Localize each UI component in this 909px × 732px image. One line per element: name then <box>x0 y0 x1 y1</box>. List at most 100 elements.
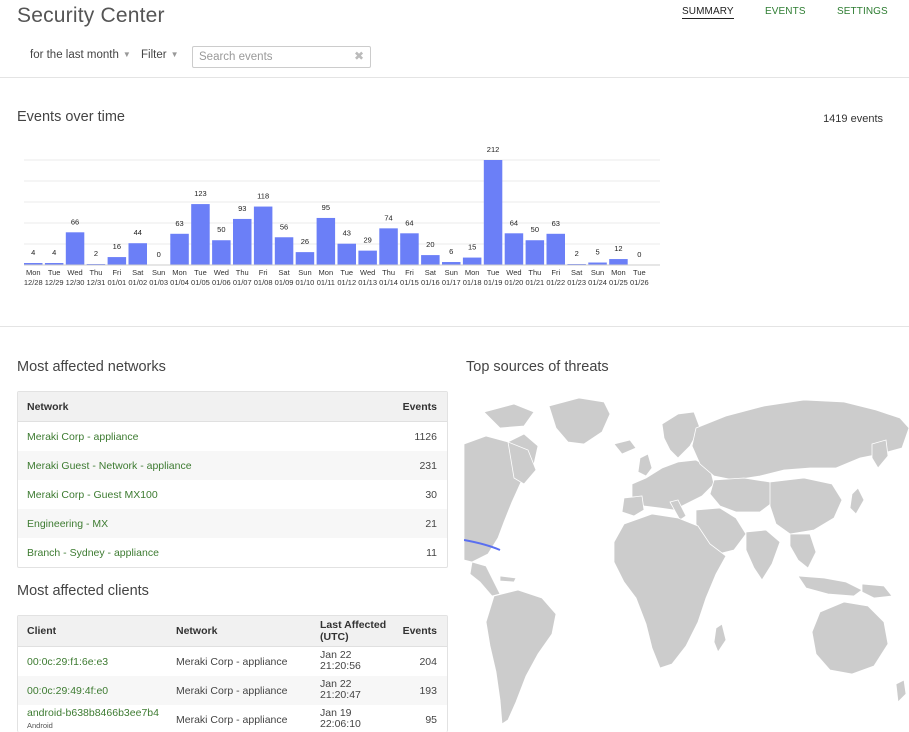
time-range-dropdown[interactable]: for the last month ▼ <box>30 49 131 61</box>
last-affected-time: 21:20:47 <box>320 689 361 701</box>
chart-day-label: Sun <box>445 268 458 277</box>
event-count: 204 <box>419 656 437 668</box>
table-row: Meraki Corp - appliance 1126 <box>18 422 447 451</box>
chart-value-label: 66 <box>71 217 79 226</box>
event-count: 11 <box>426 547 437 559</box>
chart-date-label: 01/03 <box>149 278 168 287</box>
client-cell: android-b638b8466b3ee7b4 Android <box>27 708 159 731</box>
chart-day-label: Fri <box>112 268 121 277</box>
chart-date-label: 01/07 <box>233 278 252 287</box>
map-region-indonesia <box>797 575 863 597</box>
time-range-label: for the last month <box>30 49 119 61</box>
chart-bar <box>337 243 356 265</box>
last-affected: Jan 22 21:20:56 <box>320 650 361 672</box>
chart-value-label: 4 <box>52 248 56 257</box>
chart-day-label: Mon <box>465 268 480 277</box>
event-count: 30 <box>425 489 437 501</box>
table-row: Meraki Guest - Network - appliance 231 <box>18 451 447 480</box>
table-row: 00:0c:29:49:4f:e0 Meraki Corp - applianc… <box>18 676 447 705</box>
chart-value-label: 15 <box>468 243 476 252</box>
client-link[interactable]: android-b638b8466b3ee7b4 <box>27 707 159 719</box>
tab-summary[interactable]: SUMMARY <box>682 6 734 19</box>
chart-bar <box>316 217 336 265</box>
map-region-australia <box>811 601 889 675</box>
event-count: 21 <box>425 518 437 530</box>
tab-settings[interactable]: SETTINGS <box>837 6 888 17</box>
last-affected-time: 21:20:56 <box>320 660 361 672</box>
chart-date-label: 12/29 <box>45 278 64 287</box>
chart-day-label: Wed <box>67 268 82 277</box>
client-network: Meraki Corp - appliance <box>176 685 288 697</box>
map-region-southeast-asia <box>789 533 817 569</box>
chart-value-label: 12 <box>614 244 622 253</box>
tab-events[interactable]: EVENTS <box>765 6 806 17</box>
chart-date-label: 01/08 <box>254 278 273 287</box>
chart-date-label: 01/19 <box>484 278 503 287</box>
network-link[interactable]: Meraki Corp - appliance <box>27 431 138 443</box>
chart-date-label: 01/17 <box>442 278 461 287</box>
search-box: ✖ <box>192 46 371 68</box>
chart-value-label: 4 <box>31 248 35 257</box>
event-count: 193 <box>419 685 437 697</box>
network-link[interactable]: Branch - Sydney - appliance <box>27 547 159 559</box>
table-row: Meraki Corp - Guest MX100 30 <box>18 480 447 509</box>
chart-bar <box>400 233 419 265</box>
chart-day-label: Tue <box>48 268 61 277</box>
last-affected-time: 22:06:10 <box>320 718 361 730</box>
chart-value-label: 6 <box>449 247 453 256</box>
clients-table: Client Network Last Affected (UTC) Event… <box>17 615 448 732</box>
map-region-india <box>745 529 781 581</box>
map-region-iceland <box>613 439 637 455</box>
chart-date-label: 01/13 <box>358 278 377 287</box>
filter-dropdown[interactable]: Filter ▼ <box>141 49 178 61</box>
chart-bar <box>274 237 294 265</box>
chart-bar <box>379 228 398 265</box>
chart-bar <box>65 232 85 265</box>
chart-day-label: Sun <box>298 268 311 277</box>
map-region-russia <box>691 399 909 481</box>
chart-day-label: Mon <box>611 268 626 277</box>
chart-value-label: 5 <box>595 248 599 257</box>
network-link[interactable]: Meraki Guest - Network - appliance <box>27 460 192 472</box>
client-link[interactable]: 00:0c:29:49:4f:e0 <box>27 685 108 697</box>
chart-bar <box>128 243 147 265</box>
map-region-japan <box>849 487 865 515</box>
chart-day-label: Tue <box>633 268 646 277</box>
column-last-affected: Last Affected (UTC) <box>320 619 387 643</box>
chart-value-label: 63 <box>552 219 560 228</box>
chart-value-label: 74 <box>384 213 392 222</box>
table-header: Network Events <box>18 392 447 422</box>
chart-value-label: 20 <box>426 240 434 249</box>
chart-day-label: Thu <box>89 268 102 277</box>
chart-bar <box>107 257 127 265</box>
chart-date-label: 01/11 <box>317 278 335 287</box>
chart-date-label: 01/26 <box>630 278 649 287</box>
network-link[interactable]: Engineering - MX <box>27 518 108 530</box>
chart-day-label: Fri <box>551 268 560 277</box>
chart-date-label: 01/23 <box>567 278 586 287</box>
chart-date-label: 01/15 <box>400 278 419 287</box>
chart-bar <box>233 218 252 265</box>
map-region-china <box>769 477 843 535</box>
clear-search-icon[interactable]: ✖ <box>354 49 364 63</box>
chart-value-label: 64 <box>405 218 413 227</box>
chart-date-label: 01/12 <box>337 278 356 287</box>
chart-day-label: Wed <box>506 268 521 277</box>
chart-day-label: Tue <box>340 268 353 277</box>
chart-day-label: Thu <box>382 268 395 277</box>
event-count: 231 <box>419 460 437 472</box>
caret-down-icon: ▼ <box>122 50 131 59</box>
chart-date-label: 01/05 <box>191 278 210 287</box>
chart-day-label: Wed <box>214 268 229 277</box>
chart-date-label: 01/20 <box>505 278 524 287</box>
chart-date-label: 12/28 <box>24 278 43 287</box>
client-link[interactable]: 00:0c:29:f1:6e:e3 <box>27 656 108 668</box>
chart-bar <box>504 233 524 265</box>
chart-day-label: Sat <box>425 268 437 277</box>
search-input[interactable] <box>193 47 343 67</box>
network-link[interactable]: Meraki Corp - Guest MX100 <box>27 489 158 501</box>
chart-date-label: 12/31 <box>87 278 106 287</box>
column-client: Client <box>27 625 57 637</box>
table-row: Engineering - MX 21 <box>18 509 447 538</box>
chart-value-label: 56 <box>280 222 288 231</box>
